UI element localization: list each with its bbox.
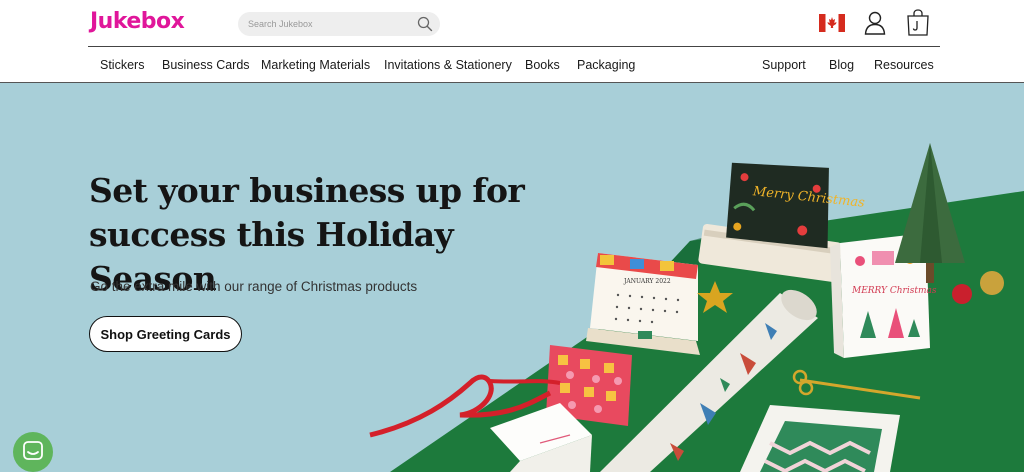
chat-widget-button[interactable] <box>13 432 53 472</box>
nav-packaging[interactable]: Packaging <box>577 58 635 72</box>
nav-invitations-stationery[interactable]: Invitations & Stationery <box>384 58 512 72</box>
canada-flag-icon[interactable] <box>819 14 845 32</box>
chat-icon <box>23 441 43 460</box>
nav-resources[interactable]: Resources <box>874 58 934 72</box>
account-icon[interactable] <box>864 11 886 35</box>
shop-greeting-cards-button[interactable]: Shop Greeting Cards <box>89 316 242 352</box>
nav-blog[interactable]: Blog <box>829 58 854 72</box>
top-header: Jukebox <box>88 0 940 47</box>
shopping-bag-icon[interactable] <box>906 9 930 36</box>
white-card-merry-text: MERRY Christmas <box>851 286 937 296</box>
desk-calendar: JANUARY 2022 <box>586 253 700 355</box>
search-bar[interactable] <box>238 12 440 36</box>
nav-business-cards[interactable]: Business Cards <box>162 58 250 72</box>
nav-stickers[interactable]: Stickers <box>100 58 144 72</box>
nav-marketing-materials[interactable]: Marketing Materials <box>261 58 370 72</box>
gold-bauble <box>980 271 1004 295</box>
main-nav: Stickers Business Cards Marketing Materi… <box>0 48 1024 83</box>
hero-banner: Set your business up for success this Ho… <box>0 83 1024 472</box>
nav-support[interactable]: Support <box>762 58 806 72</box>
search-input[interactable] <box>248 12 408 36</box>
calendar-month-label: JANUARY 2022 <box>623 278 671 285</box>
nav-books[interactable]: Books <box>525 58 560 72</box>
jukebox-logo[interactable]: Jukebox <box>90 9 185 34</box>
search-icon[interactable] <box>417 16 433 32</box>
christmas-products-image: Merry Christmas JANUARY 2022 MERRY Chris… <box>369 143 1024 472</box>
red-bauble <box>952 284 972 304</box>
